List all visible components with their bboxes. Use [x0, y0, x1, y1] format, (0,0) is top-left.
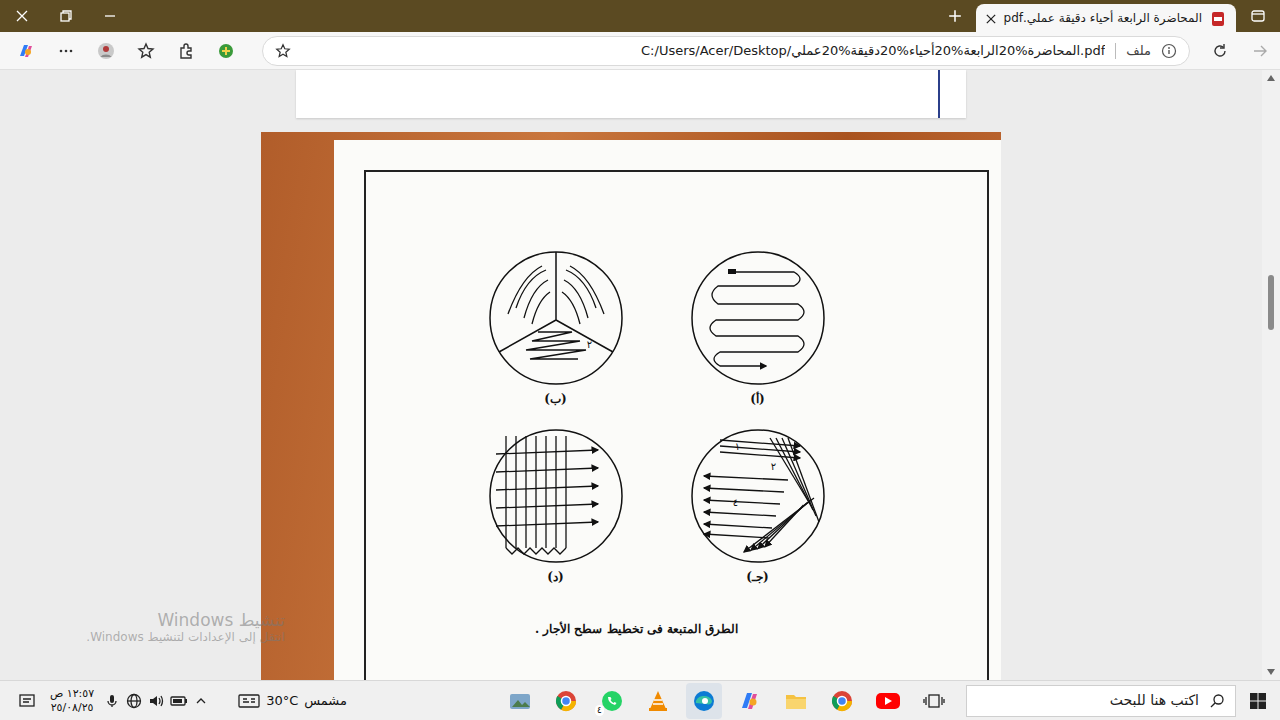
notifications-icon[interactable]	[18, 692, 36, 710]
streak-figure: (أ)	[668, 248, 848, 408]
streak-figure: (د)	[466, 426, 646, 586]
scroll-up-icon[interactable]	[1262, 70, 1280, 86]
scrollbar[interactable]	[1262, 70, 1280, 680]
address-divider	[1115, 43, 1116, 59]
pdf-page-photo: (أ) ٢ (ب) ١ ٢ ٤ (جـ) (د) الطرق المتبعة فى تخطيط …	[261, 132, 1001, 680]
system-tray	[104, 693, 208, 709]
notification-badge: ٤	[595, 705, 604, 716]
copilot-app-icon[interactable]	[732, 683, 768, 719]
streak-figure: ٢ (ب)	[466, 248, 646, 408]
figure-grid: (أ) ٢ (ب) ١ ٢ ٤ (جـ) (د)	[466, 248, 848, 586]
favorites-icon[interactable]	[126, 35, 166, 67]
clock[interactable]: ١٢:٥٧ ص٢٥/٠٨/٢٥	[50, 687, 94, 715]
weather-temperature[interactable]: 30°C	[266, 691, 298, 711]
pdf-viewer[interactable]: (أ) ٢ (ب) ١ ٢ ٤ (جـ) (د) الطرق المتبعة فى تخطيط …	[0, 70, 1280, 680]
taskbar-search[interactable]	[966, 685, 1236, 717]
streak-diagram	[486, 426, 626, 566]
streak-figure: ١ ٢ ٤ (جـ)	[668, 426, 848, 586]
page-frame: (أ) ٢ (ب) ١ ٢ ٤ (جـ) (د) الطرق المتبعة فى تخطيط …	[364, 170, 989, 680]
close-icon[interactable]	[0, 0, 44, 32]
chrome-app-icon[interactable]	[824, 683, 860, 719]
address-bar[interactable]: C:/Users/Acer/Desktop/المحاضرة%20الرابعة…	[262, 36, 1190, 66]
address-url[interactable]: C:/Users/Acer/Desktop/المحاضرة%20الرابعة…	[301, 41, 1105, 61]
edge-app-icon[interactable]	[686, 683, 722, 719]
refresh-icon[interactable]	[1200, 35, 1240, 67]
tab-title[interactable]: المحاضرة الرابعة أحياء دقيقة عملي.pdf	[1004, 9, 1202, 27]
streak-number: ١	[734, 441, 739, 452]
more-icon[interactable]	[46, 35, 86, 67]
watermark-title: تنشيط Windows	[40, 610, 285, 630]
address-scheme[interactable]: ملف	[1126, 41, 1151, 61]
taskbar: ١٢:٥٧ ص٢٥/٠٨/٢٥ 30°C مشمس ٤	[0, 680, 1280, 720]
show-hidden-icon[interactable]	[194, 694, 208, 708]
volume-icon[interactable]	[148, 693, 164, 709]
figure-caption: الطرق المتبعة فى تخطيط سطح الأجار .	[535, 620, 738, 638]
chrome-profile-app-icon[interactable]	[548, 683, 584, 719]
tab-close-icon[interactable]	[986, 9, 996, 27]
language-icon[interactable]	[126, 693, 142, 709]
toolbar: C:/Users/Acer/Desktop/المحاضرة%20الرابعة…	[0, 32, 1280, 70]
streak-number: ٤	[732, 497, 737, 508]
minimize-icon[interactable]	[88, 0, 132, 32]
restore-icon[interactable]	[44, 0, 88, 32]
scroll-thumb[interactable]	[1268, 275, 1274, 330]
streak-diagram: ٢	[486, 248, 626, 388]
title-bar: المحاضرة الرابعة أحياء دقيقة عملي.pdf	[0, 0, 1280, 32]
weather[interactable]: 30°C مشمس	[238, 691, 347, 711]
streak-number: ٢	[770, 461, 775, 472]
start-icon[interactable]	[1236, 692, 1280, 710]
whatsapp-app-icon[interactable]: ٤	[594, 683, 630, 719]
streak-number: ٢	[586, 339, 591, 350]
browser-tab[interactable]: المحاضرة الرابعة أحياء دقيقة عملي.pdf	[976, 4, 1236, 32]
search-icon[interactable]	[1209, 689, 1225, 713]
figure-label: (ب)	[544, 390, 566, 408]
scroll-down-icon[interactable]	[1262, 664, 1280, 680]
pdf-icon	[1210, 9, 1226, 27]
activation-watermark: تنشيط Windowsانتقل إلى الإعدادات لتنشيط …	[40, 610, 285, 646]
new-tab-icon[interactable]	[940, 0, 970, 32]
clock-time[interactable]: ١٢:٥٧ ص	[50, 687, 94, 701]
youtube-app-icon[interactable]	[870, 683, 906, 719]
copilot-icon[interactable]	[6, 35, 46, 67]
figure-label: (د)	[547, 568, 563, 586]
streak-diagram: ١ ٢ ٤	[688, 426, 828, 566]
streak-diagram	[688, 248, 828, 388]
pdf-page	[296, 70, 966, 118]
pinned-apps: ٤	[502, 683, 952, 719]
figure-label: (أ)	[750, 390, 764, 408]
paper-sheet: (أ) ٢ (ب) ١ ٢ ٤ (جـ) (د) الطرق المتبعة فى تخطيط …	[334, 140, 1001, 680]
favorite-star-icon[interactable]	[275, 39, 291, 63]
tab-actions-icon[interactable]	[1236, 0, 1280, 32]
extensions-icon[interactable]	[166, 35, 206, 67]
microphone-icon[interactable]	[104, 693, 120, 709]
photos-app-icon[interactable]	[502, 683, 538, 719]
clock-date[interactable]: ٢٥/٠٨/٢٥	[50, 701, 94, 715]
forward-icon	[1240, 35, 1280, 67]
weather-condition[interactable]: مشمس	[304, 691, 347, 711]
vlc-app-icon[interactable]	[640, 683, 676, 719]
extension-app-icon[interactable]	[206, 35, 246, 67]
weather-icon[interactable]	[238, 692, 260, 710]
battery-icon[interactable]	[170, 693, 188, 709]
file-explorer-app-icon[interactable]	[778, 683, 814, 719]
profile-icon[interactable]	[86, 35, 126, 67]
page-line	[938, 70, 940, 118]
info-icon[interactable]	[1161, 39, 1177, 63]
search-input[interactable]	[977, 689, 1201, 712]
task-view-icon[interactable]	[916, 683, 952, 719]
figure-label: (جـ)	[746, 568, 768, 586]
watermark-subtitle: انتقل إلى الإعدادات لتنشيط Windows.	[40, 630, 285, 646]
